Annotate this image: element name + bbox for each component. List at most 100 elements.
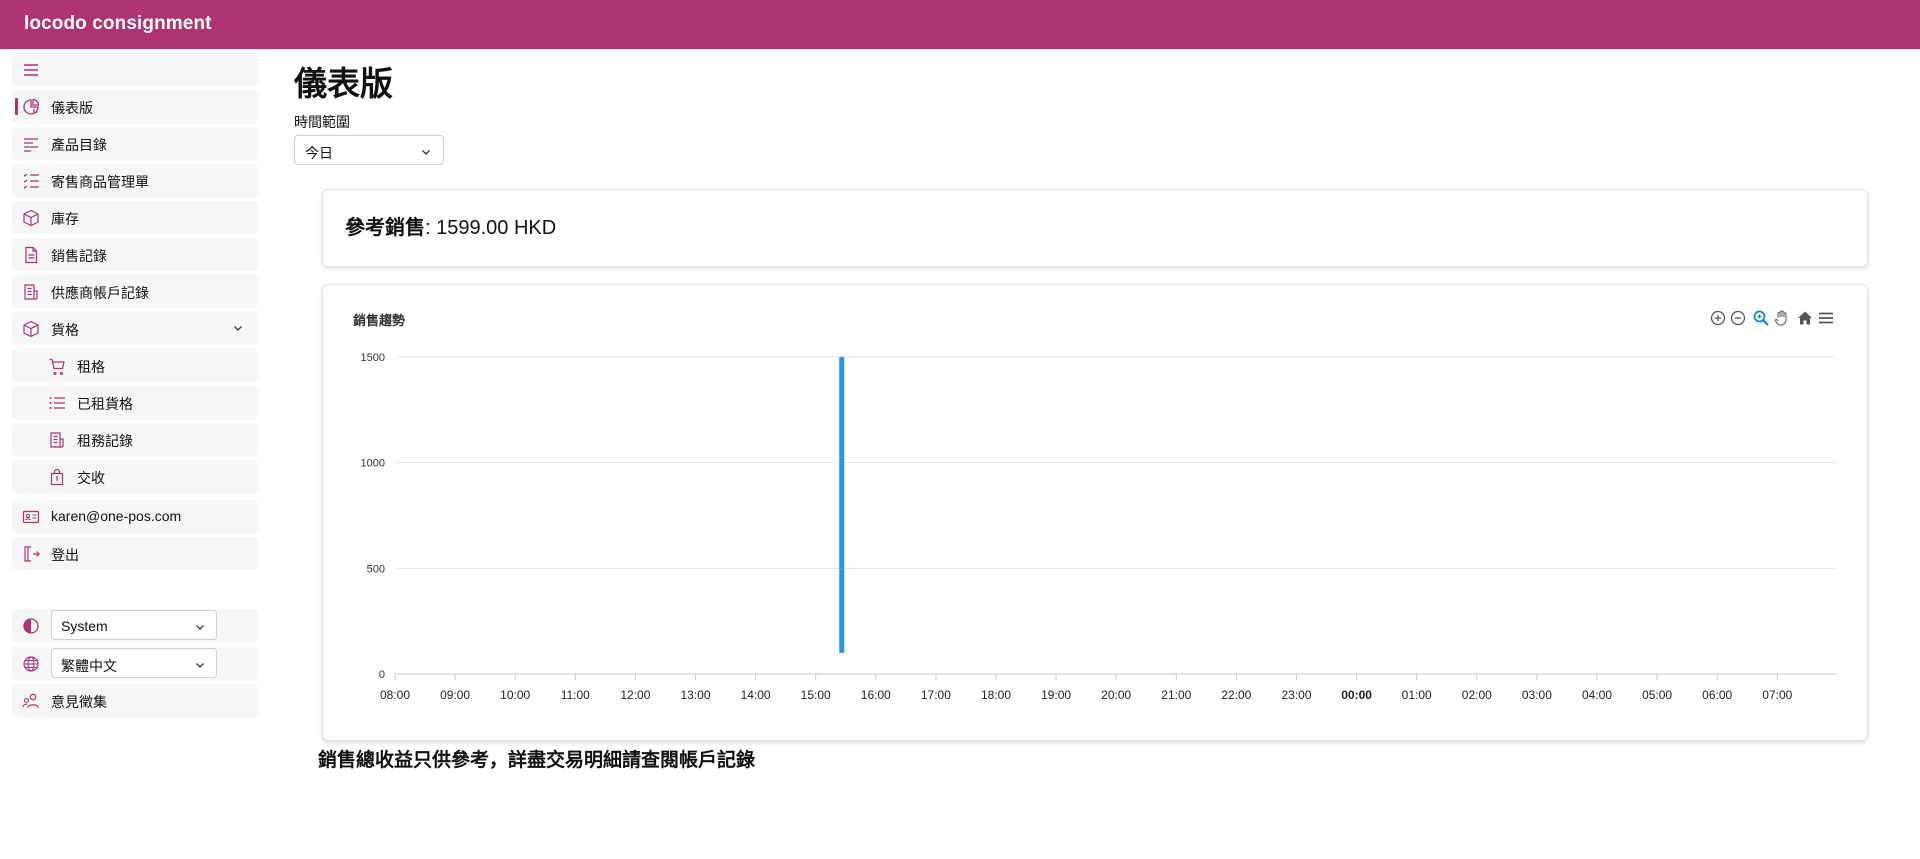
sidebar-item-consignment-orders[interactable]: 寄售商品管理單 bbox=[12, 164, 258, 197]
sidebar-item-account[interactable]: karen@one-pos.com bbox=[12, 500, 258, 533]
cart-icon bbox=[49, 358, 65, 375]
x-tick-label: 23:00 bbox=[1281, 688, 1311, 702]
x-tick-label: 06:00 bbox=[1702, 688, 1732, 702]
dashboard-icon bbox=[23, 98, 40, 115]
x-tick-label: 02:00 bbox=[1462, 688, 1492, 702]
list-align-icon bbox=[24, 138, 38, 152]
chevron-down-icon bbox=[422, 150, 430, 155]
chart-toolbar bbox=[1709, 309, 1837, 327]
top-app-bar: locodo consignment bbox=[0, 0, 1920, 49]
app-brand[interactable]: locodo consignment bbox=[24, 13, 212, 35]
page-title: 儀表版 bbox=[294, 65, 393, 102]
x-tick-label: 12:00 bbox=[620, 688, 650, 702]
shopping-bag-icon bbox=[50, 468, 64, 486]
sidebar-item-label: 銷售記錄 bbox=[51, 248, 107, 264]
sidebar-item-label: 儀表版 bbox=[51, 100, 93, 116]
sidebar-item-label: 租務記錄 bbox=[77, 433, 133, 449]
language-select-value: 繁體中文 bbox=[61, 658, 117, 674]
x-tick-label: 08:00 bbox=[380, 688, 410, 702]
reference-sales-label: 參考銷售 bbox=[345, 217, 425, 239]
sales-disclaimer: 銷售總收益只供參考，詳盡交易明細請查閱帳戶記錄 bbox=[318, 750, 756, 771]
sidebar-item-handover[interactable]: 交收 bbox=[12, 460, 258, 493]
x-tick-label: 00:00 bbox=[1341, 688, 1372, 702]
language-row: 繁體中文 bbox=[12, 647, 258, 680]
sidebar-item-label: 交收 bbox=[77, 470, 105, 486]
sidebar-item-label: 登出 bbox=[51, 547, 79, 563]
reference-sales-card: 參考銷售: 1599.00 HKD bbox=[322, 189, 1868, 267]
x-tick-label: 10:00 bbox=[500, 688, 530, 702]
x-tick-label: 14:00 bbox=[741, 688, 771, 702]
reference-sales-value: : 1599.00 HKD bbox=[425, 217, 557, 239]
time-range-label: 時間範圍 bbox=[294, 114, 350, 130]
receipt-icon bbox=[24, 284, 38, 300]
logout-icon bbox=[24, 546, 40, 562]
users-icon bbox=[22, 693, 40, 708]
y-tick-label: 1500 bbox=[361, 352, 385, 364]
id-card-icon bbox=[22, 510, 40, 524]
globe-icon bbox=[23, 656, 39, 672]
x-tick-label: 20:00 bbox=[1101, 688, 1131, 702]
sidebar-item-catalog[interactable]: 產品目錄 bbox=[12, 127, 258, 160]
time-range-select[interactable]: 今日 bbox=[294, 135, 444, 165]
x-tick-label: 21:00 bbox=[1161, 688, 1191, 702]
y-tick-label: 0 bbox=[379, 669, 385, 681]
x-tick-label: 19:00 bbox=[1041, 688, 1071, 702]
sidebar-item-label: 貨格 bbox=[51, 322, 79, 338]
pan-hand-icon[interactable] bbox=[1773, 309, 1791, 327]
sidebar-toggle-button[interactable] bbox=[12, 53, 258, 86]
sidebar-item-label: karen@one-pos.com bbox=[51, 508, 182, 524]
sidebar-item-sales-records[interactable]: 銷售記錄 bbox=[12, 238, 258, 271]
zoom-select-icon[interactable] bbox=[1752, 309, 1770, 327]
x-tick-label: 17:00 bbox=[921, 688, 951, 702]
sidebar-item-supplier-accounts[interactable]: 供應商帳戶記錄 bbox=[12, 275, 258, 308]
theme-row: System bbox=[12, 609, 258, 642]
theme-select-value: System bbox=[61, 618, 108, 634]
sales-bar bbox=[839, 357, 845, 653]
sidebar-item-feedback[interactable]: 意見徵集 bbox=[12, 684, 258, 717]
sidebar-item-inventory[interactable]: 庫存 bbox=[12, 201, 258, 234]
chart-title: 銷售趨勢 bbox=[353, 313, 406, 328]
x-tick-label: 03:00 bbox=[1522, 688, 1552, 702]
sidebar-item-rented-shelves[interactable]: 已租貨格 bbox=[12, 386, 258, 419]
sidebar-item-label: 產品目錄 bbox=[51, 137, 107, 153]
home-reset-icon[interactable] bbox=[1796, 309, 1814, 327]
reference-sales-text: 參考銷售: 1599.00 HKD bbox=[345, 211, 556, 240]
sidebar-item-shelves[interactable]: 貨格 bbox=[12, 312, 258, 345]
sidebar-item-dashboard[interactable]: 儀表版 bbox=[12, 90, 258, 123]
x-tick-label: 05:00 bbox=[1642, 688, 1672, 702]
box-icon bbox=[23, 209, 39, 227]
zoom-out-icon[interactable] bbox=[1729, 309, 1747, 327]
y-tick-label: 500 bbox=[367, 563, 385, 575]
menu-icon[interactable] bbox=[1817, 309, 1835, 327]
x-tick-label: 15:00 bbox=[801, 688, 831, 702]
x-tick-label: 01:00 bbox=[1402, 688, 1432, 702]
sidebar-item-label: 租格 bbox=[77, 359, 105, 375]
sidebar-item-rental-records[interactable]: 租務記錄 bbox=[12, 423, 258, 456]
x-tick-label: 22:00 bbox=[1221, 688, 1251, 702]
time-range-value: 今日 bbox=[305, 145, 333, 161]
sidebar-item-label: 意見徵集 bbox=[51, 694, 107, 710]
sidebar-item-label: 已租貨格 bbox=[77, 396, 133, 412]
sidebar-item-label: 庫存 bbox=[51, 211, 79, 227]
document-icon bbox=[25, 246, 38, 264]
hamburger-menu-icon bbox=[24, 64, 38, 76]
theme-select[interactable]: System bbox=[51, 610, 217, 640]
x-tick-label: 07:00 bbox=[1762, 688, 1792, 702]
zoom-in-icon[interactable] bbox=[1709, 309, 1727, 327]
bullet-list-icon bbox=[49, 397, 65, 409]
x-tick-label: 13:00 bbox=[680, 688, 710, 702]
sidebar-item-rent-shelf[interactable]: 租格 bbox=[12, 349, 258, 382]
x-tick-label: 16:00 bbox=[861, 688, 891, 702]
receipt-icon bbox=[50, 432, 64, 448]
chevron-down-icon bbox=[234, 326, 242, 331]
sidebar-item-label: 寄售商品管理單 bbox=[51, 174, 149, 190]
sidebar-item-label: 供應商帳戶記錄 bbox=[51, 285, 149, 301]
theme-contrast-icon bbox=[23, 618, 39, 634]
x-tick-label: 04:00 bbox=[1582, 688, 1612, 702]
language-select[interactable]: 繁體中文 bbox=[51, 648, 217, 678]
sales-trend-chart: 0 500 1000 1500 08:00 09:00 10:00 11:00 12:00 13:… bbox=[361, 352, 1837, 702]
x-tick-label: 18:00 bbox=[981, 688, 1011, 702]
chevron-down-icon bbox=[196, 625, 204, 630]
checklist-icon bbox=[23, 173, 39, 189]
sidebar-item-logout[interactable]: 登出 bbox=[12, 537, 258, 570]
